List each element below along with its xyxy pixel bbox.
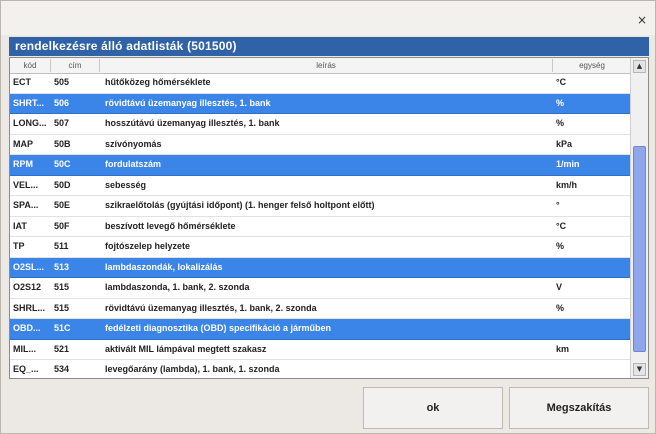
table-row[interactable]: OBD... 51C fedélzeti diagnosztika (OBD) sp… xyxy=(10,319,632,340)
row-cell-c4: V xyxy=(556,282,563,292)
table-row[interactable]: SPA... 50E szikraelőtolás (gyújtási időpon… xyxy=(10,196,632,217)
row-cell-c4: % xyxy=(556,97,565,108)
row-cell-c1: RPM xyxy=(13,159,33,169)
list-title: rendelkezésre álló adatlisták (501500) xyxy=(9,37,649,56)
row-cell-c2: 515 xyxy=(54,302,70,313)
row-cell-c1: O2SL... xyxy=(13,261,45,272)
row-cell-c3: fojtószelep helyzete xyxy=(105,241,191,251)
column-header-description[interactable]: leírás xyxy=(100,59,553,72)
row-cell-c2: 534 xyxy=(54,364,70,374)
dialog-window: × rendelkezésre álló adatlisták (501500)… xyxy=(0,0,656,434)
row-cell-c2: 511 xyxy=(54,241,69,251)
row-cell-c3: beszívott levegő hőmérséklete xyxy=(105,220,236,231)
row-cell-c3: hűtőközeg hőmérséklete xyxy=(105,77,211,87)
row-cell-c4: kPa xyxy=(556,138,573,149)
column-header-address[interactable]: cím xyxy=(51,59,100,72)
table-row[interactable]: MAP 50B szívónyomás kPa xyxy=(10,135,632,155)
row-cell-c4: °C xyxy=(556,77,567,87)
row-cell-c1: VEL... xyxy=(13,179,39,190)
row-cell-c3: fordulatszám xyxy=(105,159,162,169)
table-header: kód cím leírás egység xyxy=(10,58,632,74)
row-cell-c2: 50F xyxy=(54,220,70,231)
data-list-table: kód cím leírás egység ECT 505 hűtőközeg hő… xyxy=(9,57,649,379)
row-cell-c1: OBD... xyxy=(13,323,41,333)
row-cell-c2: 50D xyxy=(54,179,71,190)
table-row[interactable]: SHRL... 515 rövidtávú üzemanyag illesztés,… xyxy=(10,299,632,319)
row-cell-c4: % xyxy=(556,118,565,128)
row-cell-c3: levegőarány (lambda), 1. bank, 1. szonda xyxy=(105,364,280,374)
row-cell-c2: 521 xyxy=(54,343,70,354)
row-cell-c2: 513 xyxy=(54,261,70,272)
row-cell-c3: szikraelőtolás (gyújtási időpont) (1. he… xyxy=(105,200,375,210)
row-cell-c3: lambdaszonda, 1. bank, 2. szonda xyxy=(105,282,250,292)
row-cell-c1: ECT xyxy=(13,77,31,87)
row-cell-c4: 1/min xyxy=(556,159,580,169)
column-header-code[interactable]: kód xyxy=(10,59,51,72)
row-cell-c3: hosszútávú üzemanyag illesztés, 1. bank xyxy=(105,118,280,128)
row-cell-c1: TP xyxy=(13,241,25,251)
row-cell-c2: 515 xyxy=(54,282,70,292)
table-row[interactable]: TP 511 fojtószelep helyzete% xyxy=(10,237,632,258)
table-row[interactable]: IAT 50F beszívott levegő hőmérséklete °C xyxy=(10,217,632,237)
row-cell-c1: IAT xyxy=(13,220,27,231)
row-cell-c1: LONG... xyxy=(13,118,47,128)
vertical-scrollbar[interactable]: ▲ ▼ xyxy=(630,58,648,378)
table-row[interactable]: RPM 50C fordulatszám 1/min xyxy=(10,155,632,176)
scroll-thumb[interactable] xyxy=(633,146,646,352)
row-cell-c4: km xyxy=(556,343,570,354)
row-cell-c4: ° xyxy=(556,200,560,210)
row-cell-c3: rövidtávú üzemanyag illesztés, 1. bank, … xyxy=(105,302,317,313)
row-cell-c2: 506 xyxy=(54,97,70,108)
row-cell-c3: lambdaszondák, lokalizálás xyxy=(105,261,223,272)
row-cell-c2: 50B xyxy=(54,138,71,149)
window-header xyxy=(1,1,655,35)
row-cell-c3: sebesség xyxy=(105,179,147,190)
row-cell-c1: SHRL... xyxy=(13,302,46,313)
column-header-unit[interactable]: egység xyxy=(553,59,632,72)
table-body: ECT 505 hűtőközeg hőmérséklete °C SHRT... 506… xyxy=(10,73,632,378)
row-cell-c1: SHRT... xyxy=(13,97,45,108)
row-cell-c3: szívónyomás xyxy=(105,138,162,149)
table-row[interactable]: LONG... 507 hosszútávú üzemanyag illesztés… xyxy=(10,114,632,135)
ok-button[interactable]: ok xyxy=(363,387,503,429)
row-cell-c2: 50C xyxy=(54,159,71,169)
row-cell-c4: km/h xyxy=(556,179,578,190)
close-icon[interactable]: × xyxy=(635,13,649,27)
row-cell-c1: MIL... xyxy=(13,343,36,354)
row-cell-c4: % xyxy=(556,302,565,313)
row-cell-c3: rövidtávú üzemanyag illesztés, 1. bank xyxy=(105,97,271,108)
row-cell-c1: EQ_... xyxy=(13,364,39,374)
table-row[interactable]: O2S12 515 lambdaszonda, 1. bank, 2. szonda… xyxy=(10,278,632,299)
row-cell-c4: °C xyxy=(556,220,567,231)
table-row[interactable]: O2SL... 513 lambdaszondák, lokalizálás xyxy=(10,257,632,278)
row-cell-c2: 50E xyxy=(54,200,71,210)
table-row[interactable]: MIL... 521 aktivált MIL lámpával megtett s… xyxy=(10,340,632,360)
row-cell-c1: O2S12 xyxy=(13,282,42,292)
table-row[interactable]: SHRT... 506 rövidtávú üzemanyag illesztés,… xyxy=(10,93,632,114)
row-cell-c1: SPA... xyxy=(13,200,39,210)
row-cell-c1: MAP xyxy=(13,138,33,149)
row-cell-c2: 51C xyxy=(54,323,71,333)
scroll-down-icon[interactable]: ▼ xyxy=(633,363,646,376)
row-cell-c2: 507 xyxy=(54,118,70,128)
table-row[interactable]: VEL... 50D sebesség km/h xyxy=(10,176,632,196)
table-row[interactable]: EQ_... 534 levegőarány (lambda), 1. bank, … xyxy=(10,360,632,378)
row-cell-c2: 505 xyxy=(54,77,70,87)
table-row[interactable]: ECT 505 hűtőközeg hőmérséklete °C xyxy=(10,73,632,94)
scroll-up-icon[interactable]: ▲ xyxy=(633,60,646,73)
cancel-button[interactable]: Megszakítás xyxy=(509,387,649,429)
row-cell-c3: fedélzeti diagnosztika (OBD) specifikáci… xyxy=(105,323,332,333)
row-cell-c3: aktivált MIL lámpával megtett szakasz xyxy=(105,343,267,354)
row-cell-c4: % xyxy=(556,241,565,251)
